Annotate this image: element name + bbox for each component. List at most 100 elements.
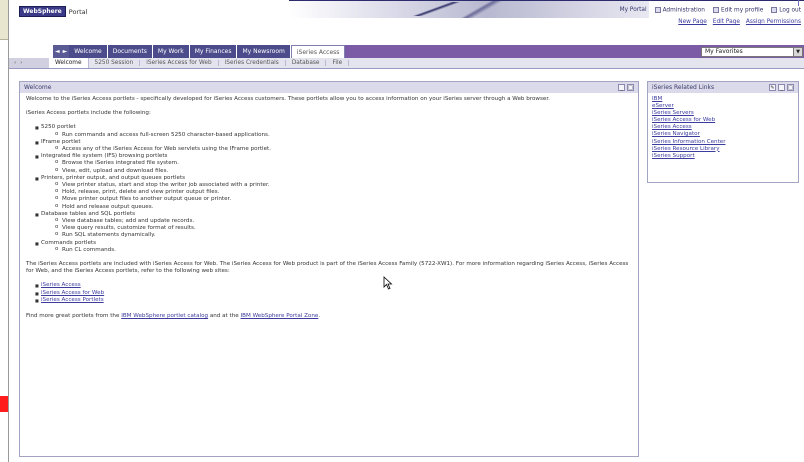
banner-swoosh-line: [439, 0, 539, 18]
list-item: 5250 portlet: [26, 124, 632, 131]
subtab-iseries-access-web[interactable]: iSeries Access for Web: [140, 60, 219, 66]
help-icon: [771, 7, 778, 13]
tab-documents[interactable]: Documents: [107, 45, 153, 58]
nav-spacer: [9, 45, 53, 58]
assign-permissions-link[interactable]: Assign Permissions: [746, 19, 801, 25]
subtab-database[interactable]: Database: [286, 60, 327, 66]
tab-iseries-access[interactable]: iSeries Access: [290, 45, 346, 58]
websphere-logo: WebSphere Portal: [19, 6, 87, 17]
logo-word: Portal: [68, 7, 88, 16]
list-item: Database tables and SQL portlets: [26, 211, 632, 218]
link-edit-profile[interactable]: Edit my profile: [712, 7, 763, 14]
link-iseries-servers[interactable]: iSeries Servers: [652, 110, 794, 117]
portlet-titlebar: Welcome _ □: [20, 82, 638, 93]
list-item: Commands portlets: [26, 240, 632, 247]
portlet-titlebar: iSeries Related Links ✎ _ □: [648, 82, 798, 93]
subtab-scroll: ‹ ›: [9, 58, 49, 68]
link-portlet-catalog[interactable]: IBM WebSphere portlet catalog: [121, 313, 208, 319]
banner-rule: [289, 0, 804, 1]
welcome-portlet: Welcome _ □ Welcome to the iSeries Acces…: [19, 81, 639, 457]
list-subitem: Move printer output files to another out…: [26, 195, 632, 203]
list-subitem: Access any of the iSeries Access for Web…: [26, 145, 632, 153]
portal-window: WebSphere Portal My Portal Administratio…: [8, 0, 804, 462]
portal-banner: WebSphere Portal My Portal Administratio…: [9, 0, 804, 30]
subtab-file[interactable]: File: [326, 60, 350, 66]
admin-icon: [654, 7, 661, 13]
list-subitem: View database tables; add and update rec…: [26, 217, 632, 225]
list-item: iSeries Access for Web: [26, 290, 632, 297]
minimize-icon[interactable]: _: [778, 84, 785, 91]
footer-text: Find more great portlets from the IBM We…: [26, 313, 321, 320]
nav-fill: My Favorites ▼: [345, 45, 804, 58]
link-administration[interactable]: Administration: [654, 7, 705, 14]
subtab-left-icon[interactable]: ‹: [14, 60, 16, 66]
list-item: Printers, printer output, and output que…: [26, 175, 632, 182]
list-subitem: View printer status, start and stop the …: [26, 181, 632, 189]
page-actions: New Page Edit Page Assign Permissions: [678, 19, 801, 25]
link-iseries-navigator[interactable]: iSeries Navigator: [652, 131, 794, 138]
list-item: iSeries Access: [26, 282, 632, 289]
link-iseries-info-center[interactable]: iSeries Information Center: [652, 139, 794, 146]
window-edge-marker: [798, 0, 799, 6]
utility-links: My Portal Administration Edit my profile…: [620, 7, 801, 14]
link-iseries-access-web[interactable]: iSeries Access for Web: [41, 290, 104, 296]
tab-my-work[interactable]: My Work: [152, 45, 190, 58]
edit-page-link[interactable]: Edit Page: [713, 19, 740, 25]
link-eserver[interactable]: eServer: [652, 103, 794, 110]
scroll-left-icon[interactable]: ◄: [55, 48, 60, 55]
intro-text: Welcome to the iSeries Access portlets -…: [26, 96, 550, 102]
related-links-list: IBM eServer iSeries Servers iSeries Acce…: [648, 93, 798, 163]
related-links-portlet: iSeries Related Links ✎ _ □ IBM eServer …: [647, 81, 799, 183]
subtab-5250-session[interactable]: 5250 Session: [89, 60, 141, 66]
link-iseries-access-web[interactable]: iSeries Access for Web: [652, 117, 794, 124]
list-item: Integrated file system (IFS) browsing po…: [26, 153, 632, 160]
subtab-iseries-credentials[interactable]: iSeries Credentials: [219, 60, 286, 66]
sub-tab-bar: ‹ › Welcome 5250 Session iSeries Access …: [9, 58, 804, 69]
list-subitem: Run SQL statements dynamically.: [26, 231, 632, 239]
list-subitem: Hold, release, print, delete and view pr…: [26, 188, 632, 196]
link-my-portal[interactable]: My Portal: [620, 7, 647, 13]
link-iseries-access[interactable]: iSeries Access: [41, 282, 81, 288]
link-iseries-access-portlets[interactable]: iSeries Access Portlets: [41, 297, 104, 303]
link-iseries-access[interactable]: iSeries Access: [652, 124, 794, 131]
subtab-welcome[interactable]: Welcome: [49, 58, 89, 68]
favorites-select[interactable]: My Favorites ▼: [701, 46, 803, 57]
link-iseries-resource-library[interactable]: iSeries Resource Library: [652, 146, 794, 153]
logo-badge: WebSphere: [19, 6, 66, 17]
link-log-out[interactable]: Log out: [771, 7, 801, 14]
portlet-controls: _ □: [618, 84, 634, 91]
list-subitem: Run CL commands.: [26, 246, 632, 254]
minimize-icon[interactable]: _: [618, 84, 625, 91]
page-tab-bar: ◄ ► Welcome Documents My Work My Finance…: [9, 45, 804, 58]
subtab-right-icon[interactable]: ›: [20, 60, 22, 66]
link-iseries-support[interactable]: iSeries Support: [652, 153, 794, 160]
link-portal-zone[interactable]: IBM WebSphere Portal Zone: [240, 313, 318, 319]
portlet-body: Welcome to the iSeries Access portlets -…: [20, 93, 638, 330]
reference-links: iSeries Access iSeries Access for Web iS…: [26, 282, 632, 304]
include-heading: iSeries Access portlets include the foll…: [26, 110, 151, 117]
link-ibm[interactable]: IBM: [652, 96, 794, 103]
tab-scroll-arrows: ◄ ►: [53, 45, 70, 58]
maximize-icon[interactable]: □: [787, 84, 794, 91]
favorites-value: My Favorites: [705, 48, 743, 55]
tab-welcome[interactable]: Welcome: [69, 45, 108, 58]
list-subitem: View query results, customize format of …: [26, 224, 632, 232]
scroll-right-icon[interactable]: ►: [63, 48, 68, 55]
tab-my-newsroom[interactable]: My Newsroom: [237, 45, 291, 58]
portlet-title: iSeries Related Links: [652, 84, 715, 91]
list-subitem: Hold and release output queues.: [26, 203, 632, 211]
list-item: IFrame portlet: [26, 139, 632, 146]
tab-my-finances[interactable]: My Finances: [189, 45, 238, 58]
new-page-link[interactable]: New Page: [678, 19, 707, 25]
list-subitem: View, edit, upload and download files.: [26, 167, 632, 175]
outro-text: The iSeries Access portlets are included…: [26, 261, 629, 275]
portlet-title: Welcome: [24, 84, 52, 91]
maximize-icon[interactable]: □: [627, 84, 634, 91]
list-subitem: Browse the iSeries integrated file syste…: [26, 159, 632, 167]
profile-icon: [712, 7, 719, 13]
list-subitem: Run commands and access full-screen 5250…: [26, 131, 632, 139]
edit-icon[interactable]: ✎: [769, 84, 776, 91]
portlet-feature-list: 5250 portlet Run commands and access ful…: [26, 124, 632, 254]
list-item: iSeries Access Portlets: [26, 297, 632, 304]
chevron-down-icon[interactable]: ▼: [793, 47, 802, 56]
